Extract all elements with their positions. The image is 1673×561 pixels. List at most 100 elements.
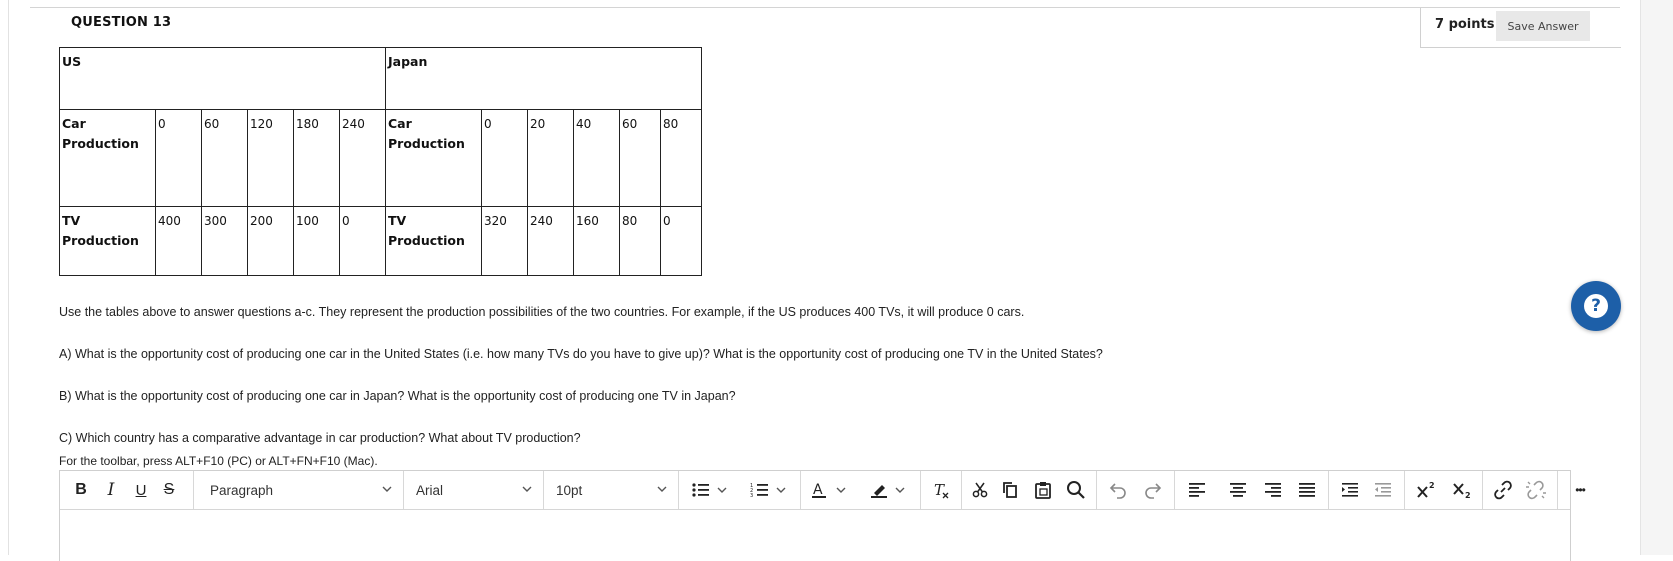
copy-icon	[1003, 482, 1017, 498]
italic-button[interactable]: I	[98, 471, 124, 509]
search-icon	[1067, 481, 1085, 499]
bullet-list-button[interactable]	[685, 471, 737, 509]
outdent-icon	[1375, 483, 1391, 497]
answer-editor[interactable]: B I U S Paragraph Arial 10pt 1 2 3 A T 2…	[59, 470, 1586, 561]
link-icon	[1494, 480, 1512, 500]
question-a-text: A) What is the opportunity cost of produ…	[59, 347, 1103, 361]
numbered-list-button[interactable]: 1 2 3	[744, 471, 796, 509]
table-cell: 60	[201, 109, 248, 207]
copy-button[interactable]	[996, 471, 1024, 509]
toolbar-hint: For the toolbar, press ALT+F10 (PC) or A…	[59, 454, 378, 468]
font-size-dropdown[interactable]: 10pt	[543, 471, 678, 509]
outdent-button[interactable]	[1368, 471, 1398, 509]
align-right-button[interactable]	[1258, 471, 1288, 509]
svg-text:2: 2	[1429, 481, 1435, 490]
table-cell: 400	[155, 206, 202, 276]
toolbar-separator	[1404, 471, 1405, 509]
toolbar-separator	[1328, 471, 1329, 509]
more-options-button[interactable]: •••	[1563, 471, 1597, 509]
japan-tv-label: TV Production	[385, 206, 482, 276]
table-cell: 0	[339, 206, 386, 276]
highlight-color-button[interactable]	[865, 471, 915, 509]
align-center-icon	[1230, 483, 1246, 497]
paste-button[interactable]	[1028, 471, 1058, 509]
strikethrough-button[interactable]: S	[156, 471, 182, 509]
question-b-text: B) What is the opportunity cost of produ…	[59, 389, 736, 403]
table-cell: 240	[527, 206, 574, 276]
superscript-icon: 2	[1417, 481, 1435, 498]
left-border	[8, 0, 9, 555]
align-left-button[interactable]	[1182, 471, 1212, 509]
points-label: 7 points	[1435, 17, 1495, 32]
us-car-label: Car Production	[59, 109, 156, 207]
toolbar-separator	[678, 471, 679, 509]
toolbar-separator	[1557, 471, 1558, 509]
table-cell: 180	[293, 109, 340, 207]
question-divider	[30, 7, 1620, 8]
redo-button[interactable]	[1138, 471, 1168, 509]
align-right-icon	[1265, 483, 1281, 497]
indent-icon	[1342, 483, 1358, 497]
svg-text:2: 2	[1465, 491, 1471, 499]
redo-icon	[1145, 483, 1162, 499]
subscript-button[interactable]: 2	[1447, 471, 1477, 509]
toolbar-separator	[1096, 471, 1097, 509]
align-justify-icon	[1299, 483, 1315, 497]
editor-toolbar: B I U S Paragraph Arial 10pt 1 2 3 A T 2…	[60, 471, 1586, 510]
japan-header: Japan	[385, 47, 702, 110]
table-cell: 160	[573, 206, 620, 276]
font-family-value: Arial	[416, 482, 444, 498]
production-table: US Japan Car Production 0 60 120 180 240…	[59, 47, 702, 276]
unlink-icon	[1526, 480, 1546, 500]
clear-formatting-button[interactable]: T	[926, 471, 956, 509]
help-button[interactable]: ?	[1571, 281, 1621, 331]
japan-car-label: Car Production	[385, 109, 482, 207]
insert-link-button[interactable]	[1488, 471, 1518, 509]
paste-icon	[1035, 482, 1051, 499]
find-replace-button[interactable]	[1061, 471, 1091, 509]
block-format-dropdown[interactable]: Paragraph	[193, 471, 403, 509]
table-cell: 40	[573, 109, 620, 207]
chevron-down-icon	[382, 486, 392, 492]
font-size-value: 10pt	[556, 482, 583, 498]
underline-button[interactable]: U	[128, 471, 154, 509]
text-color-button[interactable]: A	[806, 471, 856, 509]
scroll-gutter[interactable]	[1640, 0, 1673, 555]
text-color-icon: A	[812, 482, 846, 498]
table-cell: 80	[660, 109, 702, 207]
table-cell: 80	[619, 206, 661, 276]
points-panel: 7 points Save Answer	[1420, 8, 1621, 48]
table-cell: 0	[660, 206, 702, 276]
svg-text:T: T	[934, 481, 945, 499]
numbered-list-icon: 1 2 3	[750, 483, 786, 498]
bold-button[interactable]: B	[68, 471, 94, 509]
bullet-list-icon	[692, 483, 727, 497]
superscript-button[interactable]: 2	[1411, 471, 1441, 509]
help-icon: ?	[1584, 294, 1608, 318]
table-cell: 20	[527, 109, 574, 207]
table-row: Car Production 0 60 120 180 240 Car Prod…	[59, 109, 702, 207]
undo-button[interactable]	[1103, 471, 1133, 509]
us-header: US	[59, 47, 386, 110]
table-cell: 0	[481, 109, 528, 207]
svg-text:A: A	[813, 482, 823, 498]
svg-text:3: 3	[750, 493, 753, 498]
align-center-button[interactable]	[1223, 471, 1253, 509]
table-row: TV Production 400 300 200 100 0 TV Produ…	[59, 206, 702, 276]
toolbar-separator	[1174, 471, 1175, 509]
question-c-text: C) Which country has a comparative advan…	[59, 431, 581, 445]
indent-button[interactable]	[1335, 471, 1365, 509]
chevron-down-icon	[657, 486, 667, 492]
toolbar-separator	[920, 471, 921, 509]
align-justify-button[interactable]	[1292, 471, 1322, 509]
toolbar-separator	[961, 471, 962, 509]
cut-button[interactable]	[966, 471, 994, 509]
chevron-down-icon	[522, 486, 532, 492]
font-family-dropdown[interactable]: Arial	[403, 471, 543, 509]
table-row: US Japan	[59, 47, 702, 110]
remove-link-button[interactable]	[1520, 471, 1552, 509]
subscript-icon: 2	[1453, 483, 1471, 499]
align-left-icon	[1189, 483, 1205, 497]
save-answer-button[interactable]: Save Answer	[1496, 11, 1590, 41]
table-cell: 320	[481, 206, 528, 276]
